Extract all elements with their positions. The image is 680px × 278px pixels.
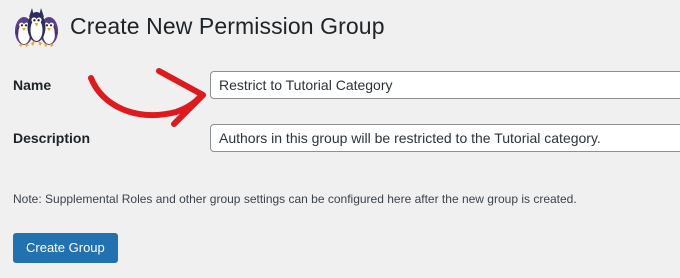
description-label: Description (13, 130, 91, 146)
page-title: Create New Permission Group (70, 12, 385, 39)
page-header: Create New Permission Group (12, 2, 385, 50)
red-curved-arrow-icon (88, 68, 206, 127)
name-label: Name (13, 77, 52, 93)
description-input[interactable] (210, 124, 680, 152)
name-input[interactable] (210, 71, 680, 99)
create-group-button[interactable]: Create Group (13, 233, 118, 263)
note-text: Note: Supplemental Roles and other group… (13, 192, 577, 206)
penguins-logo-icon (15, 8, 58, 47)
